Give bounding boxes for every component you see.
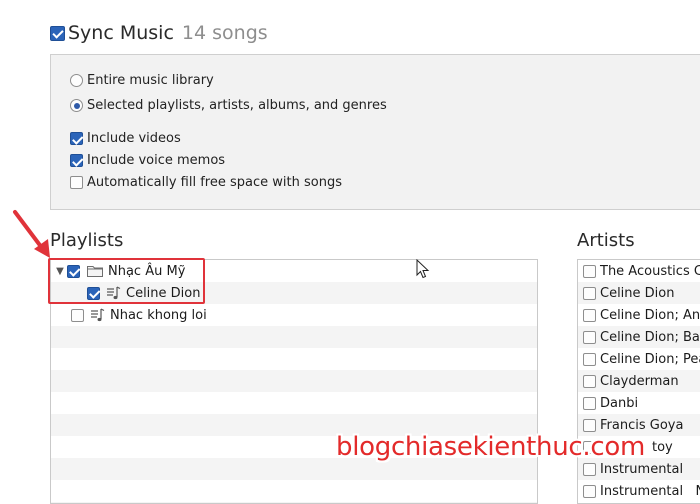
empty-row — [51, 370, 537, 392]
playlist-checkbox[interactable] — [87, 286, 100, 300]
autofill-option[interactable]: Automatically fill free space with songs — [70, 175, 342, 190]
artist-row[interactable]: Danbi — [578, 392, 700, 414]
empty-row — [51, 326, 537, 348]
playlist-icon — [107, 286, 121, 300]
entire-library-radio[interactable] — [70, 74, 83, 87]
artist-row[interactable]: Celine Dion; And — [578, 304, 700, 326]
playlist-icon — [91, 308, 105, 322]
artists-heading: Artists — [577, 230, 635, 251]
autofill-checkbox[interactable] — [70, 176, 83, 189]
playlist-row[interactable]: Celine Dion — [51, 282, 537, 304]
sync-music-title: Sync Music — [68, 22, 174, 44]
watermark-text: blogchiasekienthuc.com — [336, 432, 646, 462]
artist-checkbox[interactable] — [583, 286, 596, 300]
selected-items-label: Selected playlists, artists, albums, and… — [87, 98, 387, 113]
artist-checkbox[interactable] — [583, 374, 596, 388]
artist-label: Francis Goya — [600, 417, 684, 433]
artist-label: The Acoustics Co — [600, 263, 700, 279]
artist-label: toy — [652, 439, 673, 455]
disclosure-triangle-icon[interactable]: ▼ — [53, 266, 67, 277]
artist-checkbox[interactable] — [583, 308, 596, 322]
artist-row[interactable]: Instrumental Nl — [578, 480, 700, 502]
artist-label: Clayderman — [600, 373, 679, 389]
artist-label: Instrumental — [600, 461, 684, 477]
sync-music-header: Sync Music 14 songs — [50, 22, 268, 44]
autofill-label: Automatically fill free space with songs — [87, 175, 342, 190]
artist-checkbox[interactable] — [583, 330, 596, 344]
playlist-label: Nhạc Âu Mỹ — [108, 263, 186, 279]
artist-row[interactable]: Celine Dion — [578, 282, 700, 304]
empty-row — [51, 392, 537, 414]
playlists-list: ▼ Nhạc Âu Mỹ Celine Dion Nhac khong loi — [50, 259, 538, 504]
playlist-label: Celine Dion — [126, 285, 201, 301]
artist-checkbox[interactable] — [583, 462, 596, 476]
artist-row[interactable]: Celine Dion; Peab — [578, 348, 700, 370]
artist-checkbox[interactable] — [583, 418, 596, 432]
artists-list: The Acoustics Co Celine Dion Celine Dion… — [577, 259, 700, 504]
include-videos-option[interactable]: Include videos — [70, 131, 181, 146]
playlist-row[interactable]: Nhac khong loi — [51, 304, 537, 326]
selected-items-radio[interactable] — [70, 99, 83, 112]
artist-label: Danbi — [600, 395, 639, 411]
mouse-cursor-icon — [416, 259, 430, 279]
entire-library-label: Entire music library — [87, 73, 214, 88]
include-videos-label: Include videos — [87, 131, 181, 146]
playlists-heading: Playlists — [50, 230, 124, 251]
artist-checkbox[interactable] — [583, 352, 596, 366]
song-count: 14 songs — [181, 22, 268, 44]
artist-row[interactable]: The Acoustics Co — [578, 260, 700, 282]
include-voice-memos-option[interactable]: Include voice memos — [70, 153, 225, 168]
playlist-label: Nhac khong loi — [110, 307, 207, 323]
include-voice-memos-label: Include voice memos — [87, 153, 226, 168]
artist-checkbox[interactable] — [583, 396, 596, 410]
artist-row[interactable]: Celine Dion; Barb — [578, 326, 700, 348]
artist-row[interactable]: Clayderman — [578, 370, 700, 392]
playlist-checkbox[interactable] — [67, 264, 80, 278]
red-arrow-icon — [13, 210, 50, 258]
artist-checkbox[interactable] — [583, 264, 596, 278]
empty-row — [51, 348, 537, 370]
playlist-row-folder[interactable]: ▼ Nhạc Âu Mỹ — [51, 260, 537, 282]
include-videos-checkbox[interactable] — [70, 132, 83, 145]
include-voice-memos-checkbox[interactable] — [70, 154, 83, 167]
sync-music-checkbox[interactable] — [50, 25, 65, 41]
artist-label: Celine Dion — [600, 285, 675, 301]
artist-label: Celine Dion; And — [600, 307, 700, 323]
artist-checkbox[interactable] — [583, 484, 596, 498]
playlist-checkbox[interactable] — [71, 308, 84, 322]
artist-label: Celine Dion; Peab — [600, 351, 700, 367]
artist-label: Instrumental Nl — [600, 483, 700, 499]
empty-row — [51, 480, 537, 502]
selected-items-option[interactable]: Selected playlists, artists, albums, and… — [70, 98, 387, 113]
artist-label: Celine Dion; Barb — [600, 329, 700, 345]
folder-icon — [87, 266, 103, 277]
sync-options-panel: Entire music library Selected playlists,… — [50, 54, 700, 210]
entire-library-option[interactable]: Entire music library — [70, 73, 214, 88]
